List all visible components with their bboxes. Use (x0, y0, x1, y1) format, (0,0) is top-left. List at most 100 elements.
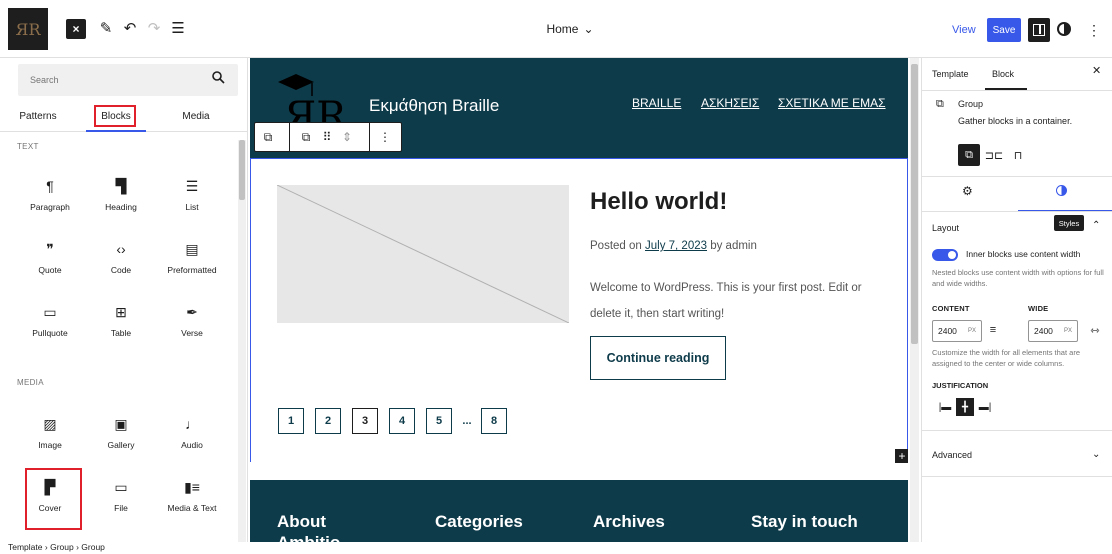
variation-row-icon[interactable]: ⊐⊏ (985, 144, 1003, 166)
page-number[interactable]: 4 (389, 408, 415, 434)
content-width-value: 2400 (938, 326, 957, 336)
wide-width-input[interactable]: 2400 PX (1028, 320, 1078, 342)
settings-toggle-button[interactable] (1028, 18, 1050, 42)
table-icon: ⊞ (115, 304, 127, 320)
undo-icon[interactable]: ↶ (120, 16, 140, 40)
group-block-icon: ⧉ (936, 98, 944, 110)
add-block-icon[interactable]: + (895, 449, 908, 463)
block-label: Pullquote (32, 328, 68, 338)
search-input[interactable] (18, 64, 238, 96)
chevron-down-icon[interactable]: ⌄ (1092, 449, 1100, 460)
block-type-icon[interactable]: ⧉ (295, 123, 317, 151)
more-options-icon[interactable]: ⋮ (1087, 18, 1101, 42)
page-number[interactable]: 1 (278, 408, 304, 434)
block-preformatted[interactable]: ▤ Preformatted (157, 239, 227, 291)
tab-media[interactable]: Media (176, 106, 216, 126)
styles-contrast-icon[interactable] (1057, 22, 1071, 36)
breadcrumb-item[interactable]: Group (50, 542, 74, 552)
redo-icon[interactable]: ↷ (144, 16, 164, 40)
page-number[interactable]: 2 (315, 408, 341, 434)
layout-panel-title[interactable]: Layout (932, 223, 959, 233)
scrollbar-thumb[interactable] (239, 140, 245, 200)
canvas-scrollbar[interactable] (910, 58, 919, 542)
block-quote[interactable]: ❞ Quote (15, 239, 85, 291)
advanced-panel-title[interactable]: Advanced (932, 450, 972, 460)
divider (922, 430, 1112, 431)
site-title[interactable]: Εκμάθηση Braille (369, 96, 499, 116)
chevron-up-icon[interactable]: ⌃ (1092, 220, 1100, 231)
divider (922, 176, 1112, 177)
toggle-help-text: Nested blocks use content width with opt… (932, 268, 1104, 288)
group-block-icon[interactable]: ⧉ (255, 123, 281, 151)
unit-label[interactable]: PX (1064, 321, 1072, 341)
unit-label[interactable]: PX (968, 321, 976, 341)
page-number[interactable]: 5 (426, 408, 452, 434)
block-toolbar: ⧉ ⧉ ⠿ ⇕ ⋮ (254, 122, 402, 152)
block-file[interactable]: ▭ File (86, 477, 156, 529)
tab-template[interactable]: Template (932, 64, 969, 84)
page-number[interactable]: 8 (481, 408, 507, 434)
continue-reading-button[interactable]: Continue reading (590, 336, 726, 380)
pagination-ellipsis: ... (462, 415, 472, 427)
block-audio[interactable]: ♩ Audio (157, 414, 227, 466)
block-code[interactable]: ‹› Code (86, 239, 156, 291)
document-title-dropdown[interactable]: Home ⌄ (520, 18, 620, 40)
block-image[interactable]: ▨ Image (15, 414, 85, 466)
styles-tooltip: Styles (1054, 215, 1084, 231)
close-inserter-button[interactable]: × (66, 19, 86, 39)
scrollbar-thumb[interactable] (911, 64, 918, 344)
close-icon[interactable]: ✕ (1092, 64, 1101, 77)
settings-gear-icon[interactable]: ⚙ (962, 184, 973, 198)
justify-left-icon[interactable]: |▬ (936, 398, 954, 416)
drag-handle-icon[interactable]: ⠿ (317, 123, 337, 151)
nav-link-about[interactable]: ΣΧΕΤΙΚΑ ΜΕ ΕΜΑΣ (778, 96, 886, 110)
content-width-input[interactable]: 2400 PX (932, 320, 982, 342)
divider (922, 90, 1112, 91)
post-date-link[interactable]: July 7, 2023 (645, 240, 707, 252)
page-number-current[interactable]: 3 (352, 408, 378, 434)
featured-image-placeholder[interactable] (277, 185, 569, 323)
heading-icon: ▜ (115, 178, 127, 194)
paragraph-icon: ¶ (46, 178, 54, 194)
tools-pencil-icon[interactable]: ✎ (96, 16, 116, 40)
category-media-heading: MEDIA (17, 378, 44, 387)
block-label: Audio (181, 440, 203, 450)
block-pullquote[interactable]: ▭ Pullquote (15, 302, 85, 354)
breadcrumb-item[interactable]: Template (8, 542, 43, 552)
block-media-text[interactable]: ▮≡ Media & Text (157, 477, 227, 529)
content-width-label: CONTENT (932, 304, 970, 313)
tab-patterns[interactable]: Patterns (18, 106, 58, 126)
block-options-icon[interactable]: ⋮ (373, 123, 397, 151)
divider (289, 123, 290, 151)
justify-right-icon[interactable]: ▬| (976, 398, 994, 416)
variation-group-icon[interactable]: ⧉ (958, 144, 980, 166)
move-up-down-icon[interactable]: ⇕ (337, 123, 357, 151)
editor-canvas: ЯR Εκμάθηση Braille BRAILLE ΑΣΚΗΣΕΙΣ ΣΧΕ… (250, 58, 908, 542)
block-table[interactable]: ⊞ Table (86, 302, 156, 354)
justification-label: JUSTIFICATION (932, 381, 989, 390)
variation-stack-icon[interactable]: ⊓ (1010, 144, 1026, 166)
inner-blocks-content-width-toggle[interactable] (932, 249, 958, 261)
block-label: Table (110, 328, 132, 338)
view-button[interactable]: View (952, 20, 976, 40)
quote-icon: ❞ (46, 241, 54, 257)
block-heading[interactable]: ▜ Heading (86, 176, 156, 228)
block-paragraph[interactable]: ¶ Paragraph (15, 176, 85, 228)
save-button[interactable]: Save (987, 18, 1021, 42)
block-list[interactable]: ☰ List (157, 176, 227, 228)
tab-block[interactable]: Block (992, 64, 1014, 84)
block-verse[interactable]: ✒ Verse (157, 302, 227, 354)
media-text-icon: ▮≡ (184, 479, 200, 495)
justify-center-icon[interactable]: ╋ (956, 398, 974, 416)
inserter-scrollbar[interactable] (238, 140, 246, 542)
nav-link-braille[interactable]: BRAILLE (632, 96, 681, 110)
post-title[interactable]: Hello world! (590, 188, 727, 216)
nav-link-exercises[interactable]: ΑΣΚΗΣΕΙΣ (701, 96, 759, 110)
toggle-label: Inner blocks use content width (966, 249, 1081, 259)
site-logo-button[interactable]: ЯR (8, 8, 48, 50)
document-overview-icon[interactable]: ☰ (168, 16, 188, 40)
block-gallery[interactable]: ▣ Gallery (86, 414, 156, 466)
styles-icon[interactable] (1056, 185, 1067, 196)
blocks-tab-highlight (94, 105, 136, 127)
settings-sidebar: Template Block ✕ ⧉ Group Gather blocks i… (921, 58, 1112, 542)
